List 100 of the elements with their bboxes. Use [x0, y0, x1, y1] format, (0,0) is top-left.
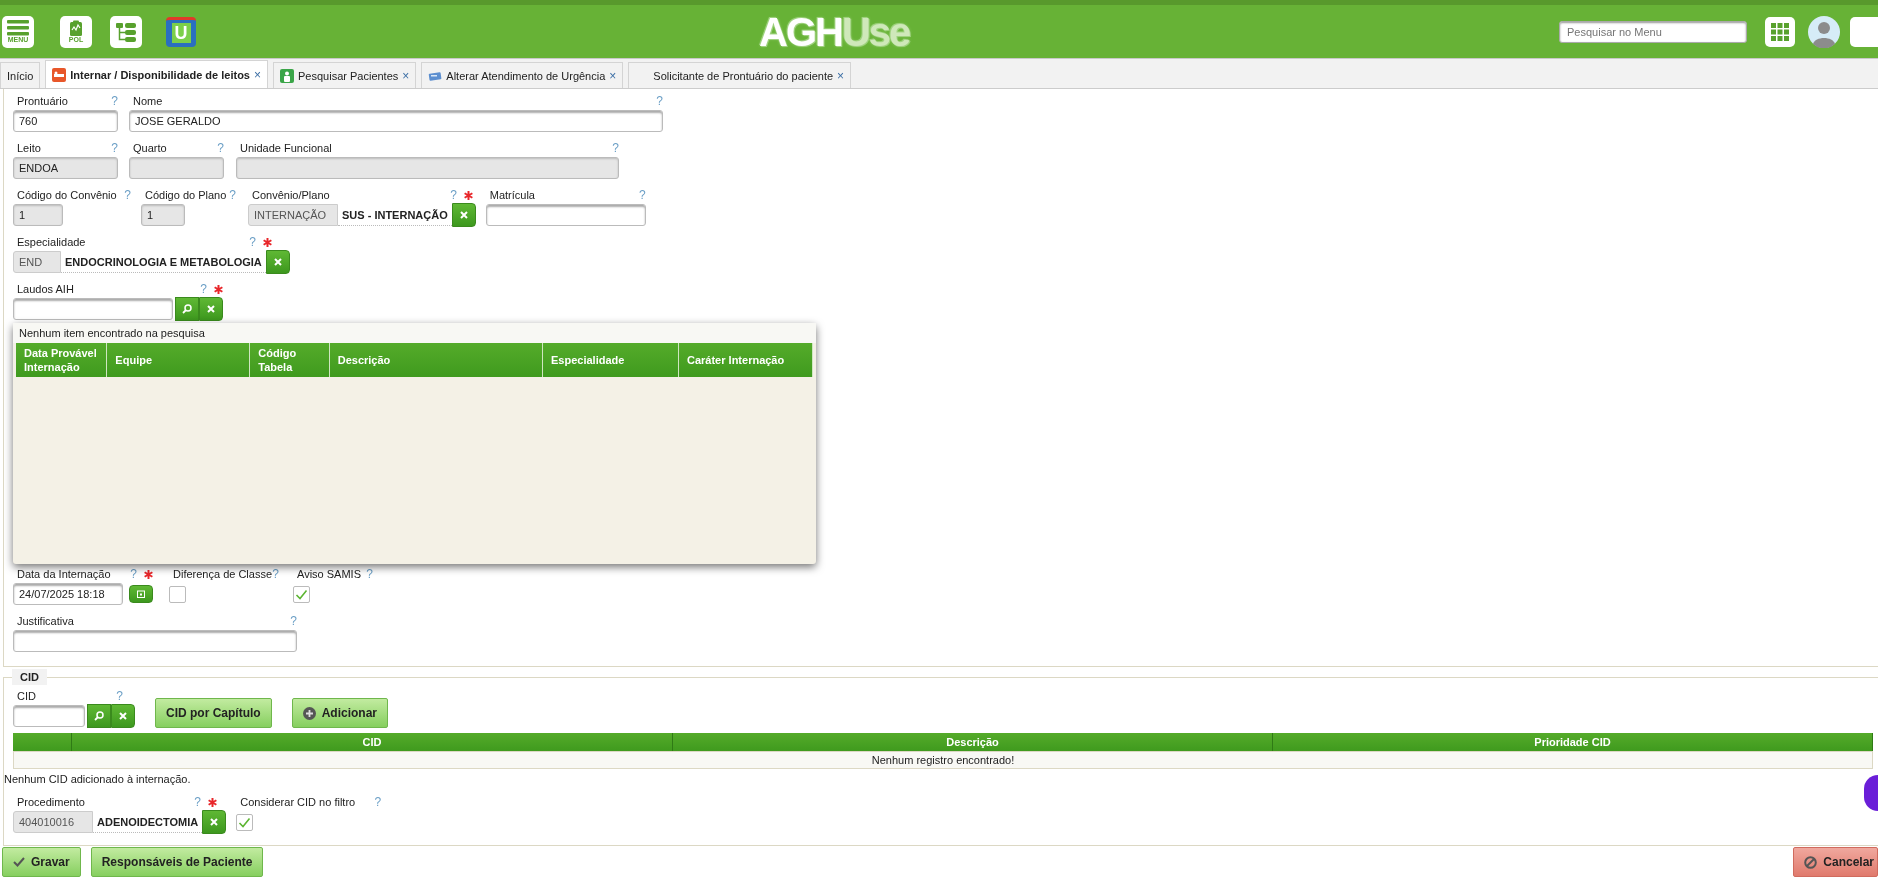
search-field[interactable]: [13, 705, 85, 727]
info-text: Nenhum CID adicionado à internação.: [4, 773, 191, 785]
help-mark[interactable]: ?: [130, 567, 137, 581]
help-mark[interactable]: ?: [116, 689, 123, 703]
empty-message: Nenhum registro encontrado!: [871, 754, 1015, 766]
logo: AGHUse: [759, 11, 910, 52]
search-field[interactable]: Pesquisar no Menu: [1559, 20, 1747, 43]
grid-icon: [1771, 22, 1789, 41]
field-label: Laudos AIH: [16, 283, 74, 295]
close-icon: [273, 258, 282, 266]
tab[interactable]: Alterar Atendimento de Urgência ×: [421, 62, 624, 88]
field-label: Código do Convênio: [16, 189, 117, 201]
column-header: Descrição: [329, 343, 544, 377]
close-icon: [119, 712, 127, 720]
tab[interactable]: Internar / Disponibilidade de leitos ×: [45, 60, 268, 88]
close-icon: [459, 211, 468, 219]
code-field[interactable]: END: [13, 251, 61, 273]
add-button[interactable]: Adicionar: [291, 698, 388, 728]
checkbox[interactable]: [236, 813, 254, 831]
clear-button[interactable]: [265, 250, 290, 274]
help-mark[interactable]: ?: [639, 188, 646, 202]
prohibited-icon: [1804, 855, 1818, 869]
field-label: Aviso SAMIS: [296, 568, 361, 580]
calendar-icon: [137, 590, 145, 598]
help-mark[interactable]: ?: [194, 795, 201, 809]
help-mark[interactable]: ?: [366, 567, 373, 581]
close-tab-button[interactable]: ×: [837, 68, 845, 83]
avatar-icon[interactable]: [1808, 15, 1840, 48]
flowchart-icon: [115, 20, 137, 43]
menu-icon: [7, 20, 29, 36]
column-header: Data Provável Internação: [16, 343, 108, 377]
column-header: Caráter Internação: [679, 343, 813, 377]
text-field[interactable]: JOSE GERALDO: [129, 110, 663, 132]
checkbox[interactable]: [169, 585, 186, 603]
field-label: Unidade Funcional: [239, 142, 332, 154]
person-icon: [280, 68, 294, 83]
save-button[interactable]: Gravar: [2, 847, 81, 877]
search-button[interactable]: [87, 704, 111, 728]
chapter-button[interactable]: CID por Capítulo: [155, 698, 272, 728]
help-mark[interactable]: ?: [200, 282, 207, 296]
help-mark[interactable]: ?: [249, 235, 256, 249]
checkbox[interactable]: [293, 585, 310, 603]
field-label: Matrícula: [488, 189, 535, 201]
field-label: Especialidade: [16, 236, 86, 248]
field-label: Convênio/Plano: [251, 189, 330, 201]
field-label: Prontuário: [16, 95, 68, 107]
popup-message: Nenhum item encontrado na pesquisa: [19, 327, 205, 339]
section-legend: CID: [12, 669, 47, 685]
field-label: Procedimento: [16, 796, 85, 808]
help-mark[interactable]: ?: [656, 94, 663, 108]
column-header: Especialidade: [543, 343, 679, 377]
check-icon: [13, 857, 25, 867]
flowchart-button[interactable]: [110, 15, 142, 48]
field-label: CID: [16, 690, 36, 702]
code-field[interactable]: 404010016: [13, 811, 93, 833]
close-icon: [210, 818, 219, 826]
close-tab-button[interactable]: ×: [254, 67, 261, 82]
field-label: Nome: [132, 95, 163, 107]
bed-icon: [52, 67, 67, 82]
help-mark[interactable]: ?: [272, 567, 279, 581]
clear-button[interactable]: [199, 297, 223, 321]
tab[interactable]: Pesquisar Pacientes ×: [273, 62, 417, 88]
tab[interactable]: Solicitante de Prontuário do paciente ×: [628, 62, 852, 88]
field-label: Data da Internação: [16, 568, 111, 580]
clipboard-icon: [68, 20, 84, 36]
help-mark[interactable]: ?: [290, 614, 297, 628]
tab[interactable]: Início: [0, 62, 41, 88]
floating-button[interactable]: [1864, 775, 1878, 811]
column-header: Equipe: [107, 343, 251, 377]
field-label: Diferença de Classe: [172, 568, 273, 580]
field-label: Código do Plano: [144, 189, 227, 201]
clear-button[interactable]: [111, 704, 135, 728]
help-mark[interactable]: ?: [111, 94, 118, 108]
close-tab-button[interactable]: ×: [402, 68, 410, 83]
cancel-button[interactable]: Cancelar: [1793, 847, 1878, 877]
responsibles-button[interactable]: Responsáveis de Paciente: [90, 847, 264, 877]
apps-button[interactable]: [1765, 16, 1795, 47]
search-icon: [182, 304, 192, 314]
field-label: Leito: [16, 142, 41, 154]
text-field[interactable]: [485, 204, 646, 226]
card-icon: [428, 69, 443, 82]
code-field[interactable]: INTERNAÇÃO: [248, 204, 338, 226]
close-tab-button[interactable]: ×: [609, 68, 617, 83]
help-mark[interactable]: ?: [374, 795, 382, 809]
search-icon: [94, 711, 104, 721]
column-header: Código Tabela: [250, 343, 330, 377]
plus-icon: [302, 706, 316, 720]
field-label: Quarto: [132, 142, 167, 154]
field-label: Justificativa: [16, 615, 74, 627]
text-field[interactable]: 760: [13, 110, 118, 132]
clear-button[interactable]: [451, 203, 476, 227]
help-mark[interactable]: ?: [450, 188, 457, 202]
text-field[interactable]: [13, 630, 297, 652]
clear-button[interactable]: [202, 810, 227, 834]
date-field[interactable]: 24/07/2025 18:18: [13, 583, 123, 605]
calendar-button[interactable]: [129, 585, 153, 603]
search-button[interactable]: [175, 297, 199, 321]
search-field[interactable]: [13, 298, 173, 320]
field-label: Considerar CID no filtro: [239, 796, 356, 808]
close-icon: [207, 305, 215, 313]
